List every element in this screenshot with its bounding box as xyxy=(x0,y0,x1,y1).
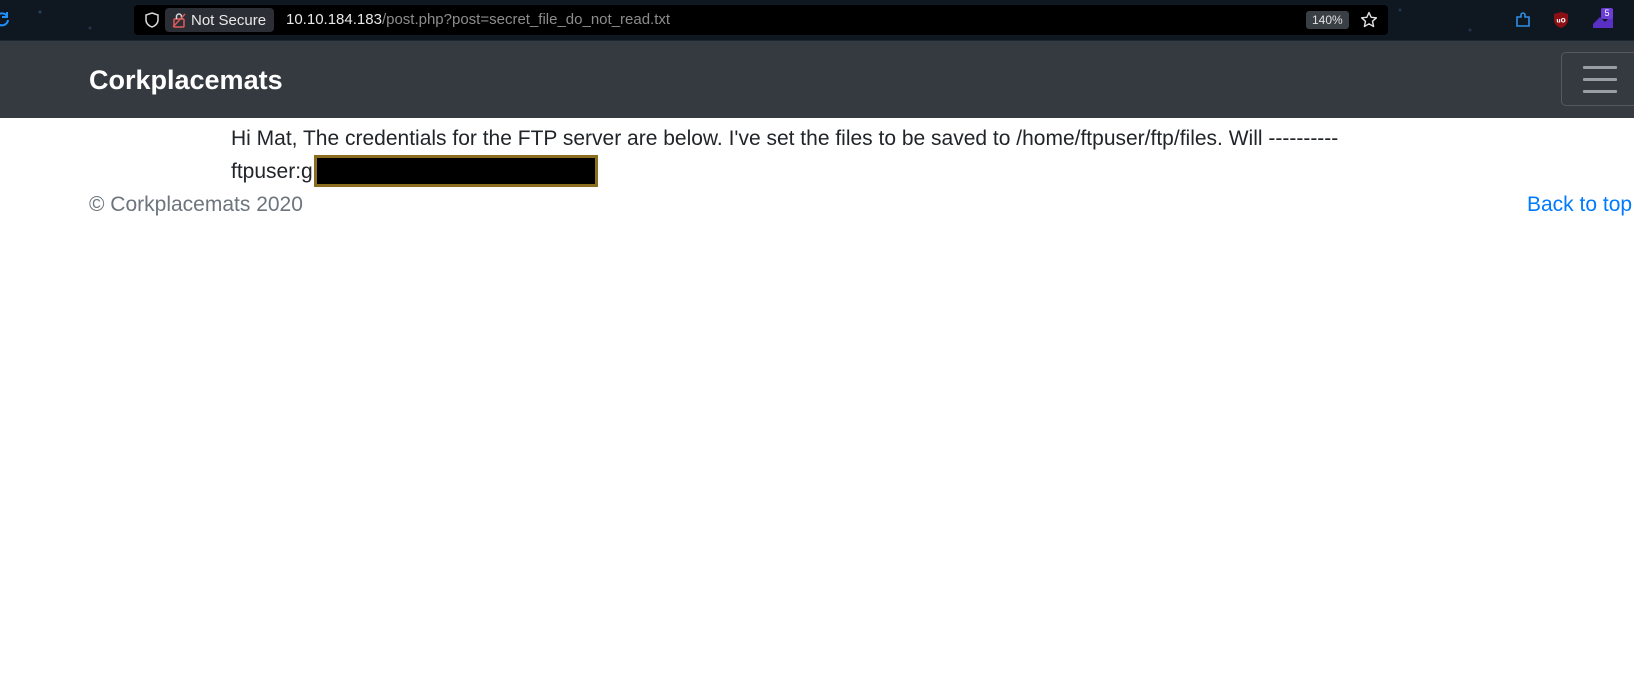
back-to-top-link[interactable]: Back to top xyxy=(1527,191,1632,219)
url-text[interactable]: 10.10.184.183/post.php?post=secret_file_… xyxy=(286,11,670,29)
url-host: 10.10.184.183 xyxy=(286,11,382,28)
extension-icon[interactable]: 5 xyxy=(1591,8,1615,32)
svg-text:uO: uO xyxy=(1556,18,1565,25)
not-secure-indicator[interactable]: Not Secure xyxy=(165,8,275,32)
redacted-password-box xyxy=(313,155,598,187)
reload-icon[interactable] xyxy=(0,11,10,27)
not-secure-label: Not Secure xyxy=(191,11,267,29)
footer-copyright: © Corkplacemats 2020 xyxy=(89,193,303,216)
post-text-line-2: ftpuser:g xyxy=(231,155,1471,188)
hamburger-menu-icon xyxy=(1583,66,1617,94)
url-path: /post.php?post=secret_file_do_not_read.t… xyxy=(381,11,671,28)
credential-prefix: ftpuser:g xyxy=(231,160,313,183)
ublock-origin-icon[interactable]: uO xyxy=(1553,11,1569,29)
url-bar[interactable]: Not Secure 10.10.184.183/post.php?post=s… xyxy=(134,5,1388,35)
tracking-shield-icon[interactable] xyxy=(144,12,160,28)
bookmark-star-icon[interactable] xyxy=(1360,11,1378,29)
zoom-level-badge[interactable]: 140% xyxy=(1306,11,1349,29)
extension-count-badge: 5 xyxy=(1601,8,1613,19)
browser-toolbar: Not Secure 10.10.184.183/post.php?post=s… xyxy=(0,0,1634,41)
insecure-lock-icon xyxy=(172,13,186,28)
post-content: Hi Mat, The credentials for the FTP serv… xyxy=(231,122,1471,188)
navbar-toggle-button[interactable] xyxy=(1561,52,1634,106)
site-navbar: Corkplacemats xyxy=(0,41,1634,118)
post-text-line-1: Hi Mat, The credentials for the FTP serv… xyxy=(231,127,1339,150)
extension-puzzle-icon[interactable] xyxy=(1514,11,1532,29)
site-brand-link[interactable]: Corkplacemats xyxy=(89,65,283,95)
